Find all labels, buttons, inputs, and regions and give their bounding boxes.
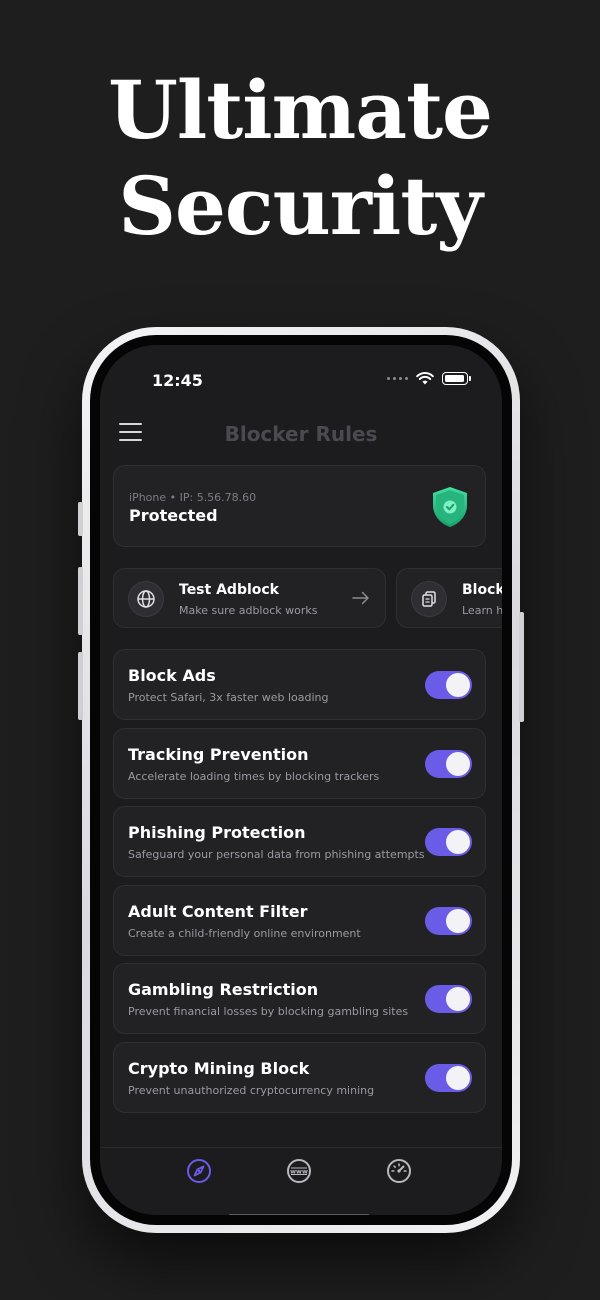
rule-subtitle: Create a child-friendly online environme… (128, 927, 361, 940)
crypto-mining-block-toggle[interactable] (425, 1064, 472, 1092)
phone-bezel: 12:45 Blocker Rules iPhone • IP: 5.56.78… (90, 335, 512, 1225)
gambling-restriction-toggle[interactable] (425, 985, 472, 1013)
headline-line-2: Security (118, 159, 483, 253)
block-ads-toggle[interactable] (425, 671, 472, 699)
test-adblock-subtitle: Make sure adblock works (179, 604, 318, 617)
rule-card-tracking-prevention: Tracking Prevention Accelerate loading t… (113, 728, 486, 799)
power-button (519, 612, 524, 722)
status-icons (387, 372, 471, 385)
page-title: Blocker Rules (224, 422, 378, 446)
block-list-subtitle: Learn h (462, 604, 502, 617)
device-ip-label: iPhone • IP: 5.56.78.60 (129, 491, 257, 504)
headline: Ultimate Security (0, 62, 600, 254)
rule-title: Tracking Prevention (128, 745, 309, 764)
tab-speed[interactable] (386, 1158, 412, 1184)
volume-up-button (78, 567, 83, 635)
rule-card-crypto-mining-block: Crypto Mining Block Prevent unauthorized… (113, 1042, 486, 1113)
headline-line-1: Ultimate (108, 63, 493, 157)
quick-actions-row: Test Adblock Make sure adblock works Blo… (113, 568, 502, 628)
phone-frame: 12:45 Blocker Rules iPhone • IP: 5.56.78… (78, 327, 524, 1233)
rule-subtitle: Accelerate loading times by blocking tra… (128, 770, 380, 783)
tab-rules[interactable] (186, 1158, 212, 1184)
wifi-icon (416, 372, 434, 385)
cellular-icon (387, 377, 408, 380)
protection-status-card: iPhone • IP: 5.56.78.60 Protected (113, 465, 486, 547)
rule-title: Gambling Restriction (128, 980, 319, 999)
phishing-protection-toggle[interactable] (425, 828, 472, 856)
rule-card-gambling-restriction: Gambling Restriction Prevent financial l… (113, 963, 486, 1034)
rule-title: Adult Content Filter (128, 902, 308, 921)
compass-icon (187, 1159, 211, 1183)
globe-icon (128, 581, 164, 617)
rule-title: Block Ads (128, 666, 216, 685)
home-indicator (228, 1214, 370, 1215)
protection-status: Protected (129, 506, 218, 525)
nav-bar: Blocker Rules (100, 405, 502, 446)
rule-title: Crypto Mining Block (128, 1059, 310, 1078)
rule-subtitle: Protect Safari, 3x faster web loading (128, 691, 329, 704)
rule-card-block-ads: Block Ads Protect Safari, 3x faster web … (113, 649, 486, 720)
test-adblock-card[interactable]: Test Adblock Make sure adblock works (113, 568, 386, 628)
svg-text:www: www (290, 1168, 308, 1176)
block-list-title: Block (462, 582, 502, 598)
battery-icon (442, 372, 471, 385)
phone-screen: 12:45 Blocker Rules iPhone • IP: 5.56.78… (100, 345, 502, 1215)
rule-subtitle: Prevent financial losses by blocking gam… (128, 1005, 409, 1018)
www-globe-icon: www (287, 1159, 311, 1183)
speedometer-icon (387, 1159, 411, 1183)
arrow-right-icon (352, 591, 369, 605)
block-list-card[interactable]: Block Learn h (396, 568, 502, 628)
volume-down-button (78, 652, 83, 720)
status-time: 12:45 (152, 371, 203, 390)
tab-bar: www (100, 1147, 502, 1215)
rule-title: Phishing Protection (128, 823, 306, 842)
rule-subtitle: Prevent unauthorized cryptocurrency mini… (128, 1084, 375, 1097)
shield-check-icon (433, 487, 467, 527)
rule-subtitle: Safeguard your personal data from phishi… (128, 848, 425, 861)
rule-card-phishing-protection: Phishing Protection Safeguard your perso… (113, 806, 486, 877)
test-adblock-title: Test Adblock (179, 582, 279, 598)
tracking-prevention-toggle[interactable] (425, 750, 472, 778)
mute-switch (78, 502, 83, 536)
rule-card-adult-content-filter: Adult Content Filter Create a child-frie… (113, 885, 486, 956)
status-bar: 12:45 (100, 345, 502, 395)
documents-icon (411, 581, 447, 617)
adult-content-filter-toggle[interactable] (425, 907, 472, 935)
tab-websites[interactable]: www (286, 1158, 312, 1184)
